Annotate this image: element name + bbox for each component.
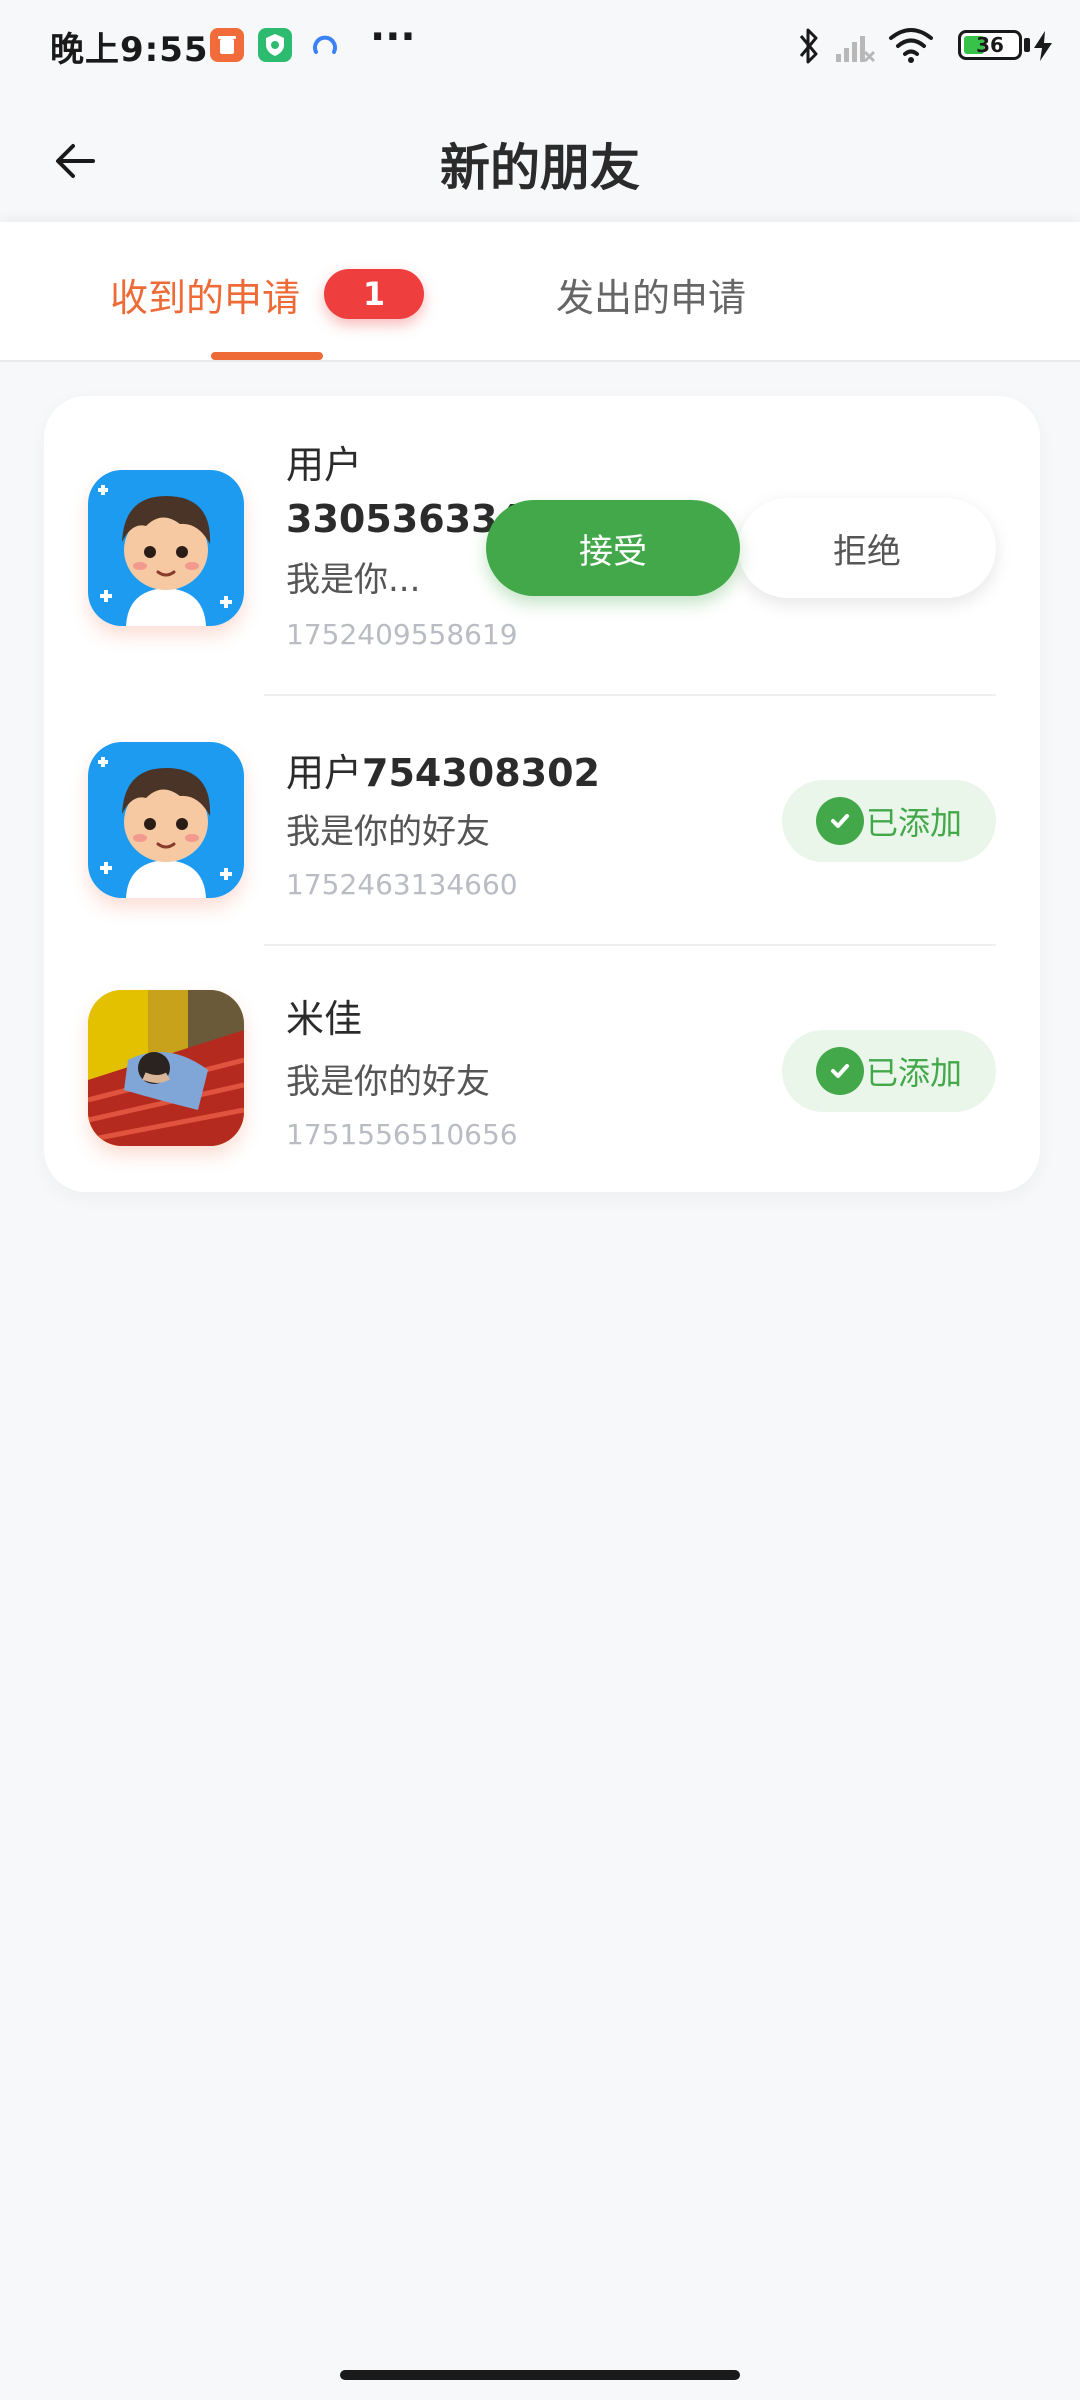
header: 新的朋友	[0, 90, 1080, 220]
status-time: 晚上9:55	[50, 30, 209, 70]
name-prefix: 用户	[286, 443, 363, 487]
page-title: 新的朋友	[440, 139, 640, 197]
request-message: 我是你的好友	[286, 1062, 490, 1102]
friend-request-list: 用户 330536334 我是你... 1752409558619 拒绝 接受	[44, 396, 1040, 1192]
more-notifications-icon: ···	[370, 14, 416, 60]
list-item[interactable]: 用户754308302 我是你的好友 1752463134660 已添加	[44, 696, 1040, 946]
tab-received-requests[interactable]: 收到的申请 1	[110, 264, 425, 324]
status-label: 已添加	[866, 804, 963, 842]
added-status-badge: 已添加	[782, 780, 996, 862]
requester-name: 米佳	[286, 997, 363, 1041]
tab-bar: 收到的申请 1 发出的申请	[0, 222, 1080, 362]
battery-icon: 36	[958, 30, 1022, 60]
avatar[interactable]	[88, 470, 244, 626]
home-indicator[interactable]	[340, 2370, 740, 2380]
name-prefix: 用户	[286, 751, 363, 795]
app-blue-icon	[308, 28, 342, 62]
active-tab-indicator	[211, 352, 323, 360]
check-icon	[816, 797, 864, 845]
request-message: 我是你的好友	[286, 812, 490, 852]
wifi-icon	[889, 28, 933, 63]
status-label: 已添加	[866, 1054, 963, 1092]
added-status-badge: 已添加	[782, 1030, 996, 1112]
status-bar: 晚上9:55 ··· 36	[0, 0, 1080, 90]
name-number: 754308302	[362, 751, 600, 795]
request-message: 我是你...	[286, 560, 421, 600]
battery-level: 36	[976, 33, 1004, 57]
app-green-shield-icon	[258, 28, 292, 62]
tab-label: 收到的申请	[110, 275, 301, 320]
list-item[interactable]: 米佳 我是你的好友 1751556510656 已添加	[44, 946, 1040, 1192]
request-timestamp: 1751556510656	[286, 1118, 518, 1151]
request-timestamp: 1752409558619	[286, 618, 518, 651]
reject-button[interactable]: 拒绝	[738, 498, 996, 598]
app-orange-icon	[210, 28, 244, 62]
avatar[interactable]	[88, 990, 244, 1146]
charging-icon	[1034, 31, 1052, 61]
list-item[interactable]: 用户 330536334 我是你... 1752409558619 拒绝 接受	[44, 396, 1040, 696]
tab-label: 发出的申请	[556, 275, 747, 320]
signal-icon	[836, 36, 876, 63]
check-icon	[816, 1047, 864, 1095]
request-timestamp: 1752463134660	[286, 868, 518, 901]
avatar[interactable]	[88, 742, 244, 898]
new-friends-page: 晚上9:55 ··· 36 新的朋友 收到的申请 1 发出的申请 用户 3305…	[0, 0, 1080, 2400]
accept-button[interactable]: 接受	[486, 500, 740, 596]
bluetooth-icon	[799, 28, 818, 64]
unread-count-badge: 1	[324, 269, 425, 319]
requester-name: 用户754308302	[286, 742, 600, 797]
tab-sent-requests[interactable]: 发出的申请	[556, 264, 746, 324]
